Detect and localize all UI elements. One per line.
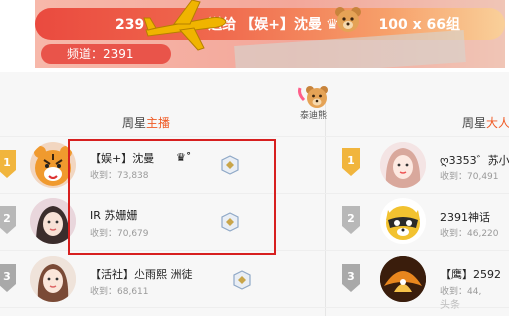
banner-recipient[interactable]: 【娱+】沈曼	[240, 17, 322, 33]
rank-2-medal-icon: 2	[0, 206, 16, 234]
svg-text:1: 1	[347, 154, 355, 167]
avatar[interactable]	[380, 256, 426, 302]
svg-text:3: 3	[3, 270, 11, 283]
level-badge-icon	[233, 270, 251, 290]
svg-text:2: 2	[3, 212, 11, 225]
broadcaster-name[interactable]: 【活社】尐雨熙 洲徒	[90, 268, 193, 282]
channel-label: 频道：2391	[67, 47, 134, 61]
portrait-avatar-icon	[380, 142, 426, 188]
portrait-avatar-icon	[30, 256, 76, 302]
banner-gift-quantity: 100 x 66组	[378, 17, 461, 33]
received-count: 收到：68,611	[90, 287, 149, 297]
user-name[interactable]: 【鹰】2592	[440, 268, 501, 282]
row-separator	[0, 307, 509, 308]
eagle-avatar-icon	[380, 256, 426, 302]
left-title-prefix: 周星	[122, 116, 147, 130]
avatar[interactable]	[380, 142, 426, 188]
svg-text:1: 1	[3, 156, 11, 169]
rank-3-medal-icon: 3	[0, 264, 16, 292]
svg-text:2: 2	[347, 212, 355, 225]
gift-broadcast-banner: 239送给【娱+】沈曼♛100 x 66组 频道：2391	[35, 0, 505, 68]
received-count: 收到：46,220	[440, 229, 499, 239]
right-column-title: 周星大人	[462, 114, 509, 132]
right-title-prefix: 周星	[462, 116, 487, 130]
teddy-bear-icon	[335, 7, 361, 32]
teddy-label: 泰迪熊	[300, 111, 328, 121]
rank-1-medal-icon: 1	[0, 150, 16, 178]
user-name[interactable]: ღ3353゛苏小	[440, 154, 509, 168]
rank-3-medal-icon: 3	[342, 264, 360, 292]
left-column-title: 周星主播	[122, 114, 170, 132]
rank-1-medal-icon: 1	[342, 148, 360, 176]
avatar[interactable]	[380, 198, 426, 244]
raccoon-avatar-icon	[386, 206, 420, 240]
rank-2-medal-icon: 2	[342, 206, 360, 234]
airplane-icon	[143, 0, 227, 51]
highlight-box	[68, 139, 276, 255]
svg-text:3: 3	[347, 270, 355, 283]
avatar[interactable]	[30, 256, 76, 302]
watermark: 头条	[440, 300, 460, 311]
left-title-accent: 主播	[146, 116, 171, 130]
received-count: 收到：70,491	[440, 172, 499, 182]
right-title-accent: 大人	[486, 116, 509, 130]
user-name[interactable]: 2391神话	[440, 211, 490, 225]
